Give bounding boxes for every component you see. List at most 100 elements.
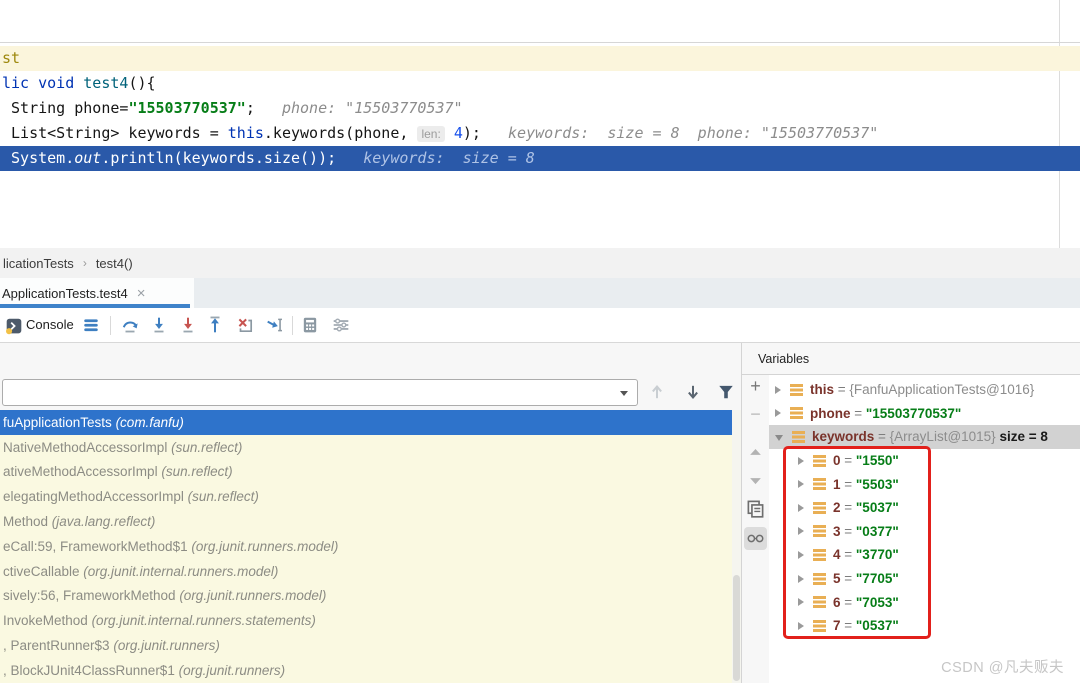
code-line[interactable]: String phone="15503770537"; phone: "1550… [0, 96, 1080, 121]
show-watches-icon[interactable] [744, 527, 767, 550]
code-segment-plain: .keywords(phone, [264, 124, 418, 142]
chevron-right-icon[interactable] [798, 622, 804, 630]
variable-row[interactable]: 3 = "0377" [769, 520, 1080, 544]
chevron-right-icon[interactable] [798, 551, 804, 559]
variable-icon [813, 620, 826, 632]
chevron-right-icon[interactable] [798, 575, 804, 583]
run-to-cursor-icon[interactable] [266, 316, 284, 334]
frames-panel: in group "main": RUNNING fuApplicationTe… [0, 343, 741, 683]
code-segment-annotation: st [2, 49, 20, 67]
chevron-right-icon[interactable] [775, 409, 781, 417]
close-icon[interactable]: × [137, 286, 146, 301]
code-line[interactable]: System.out.println(keywords.size()); key… [0, 146, 1080, 171]
variable-icon [813, 596, 826, 608]
variable-row[interactable]: 0 = "1550" [769, 449, 1080, 473]
layout-settings-icon[interactable] [332, 316, 350, 334]
variable-row[interactable]: this = {FanfuApplicationTests@1016} [769, 378, 1080, 402]
variable-icon [813, 478, 826, 490]
editor-top-area [0, 0, 1080, 43]
variable-row[interactable]: 7 = "0537" [769, 614, 1080, 638]
ide-window: st lic void test4(){ String phone="155037… [0, 0, 1080, 683]
chevron-right-icon[interactable] [798, 480, 804, 488]
console-tab-label[interactable]: Console [26, 308, 74, 342]
code-segment-plain: String phone= [2, 99, 128, 117]
variable-name: 3 [833, 524, 841, 539]
frame-package: (sun.reflect) [161, 464, 232, 479]
frame-row[interactable]: eCall:59, FrameworkMethod$1 (org.junit.r… [0, 534, 741, 559]
variable-row[interactable]: 1 = "5503" [769, 472, 1080, 496]
variable-row[interactable]: keywords = {ArrayList@1015} size = 8 [769, 425, 1080, 449]
variable-row[interactable]: 2 = "5037" [769, 496, 1080, 520]
variables-header: Variables [742, 343, 1080, 375]
step-over-icon[interactable] [121, 316, 139, 334]
chevron-right-icon[interactable] [798, 527, 804, 535]
variable-value: "7705" [856, 571, 899, 586]
frames-scrollbar[interactable] [732, 410, 741, 683]
chevron-right-icon[interactable] [798, 504, 804, 512]
code-line[interactable]: lic void test4(){ [0, 71, 1080, 96]
evaluate-expression-icon[interactable] [301, 316, 319, 334]
equals-sign: = [841, 524, 856, 539]
frames-list[interactable]: fuApplicationTests (com.fanfu)NativeMeth… [0, 410, 741, 683]
frame-row[interactable]: , ParentRunner$3 (org.junit.runners) [0, 633, 741, 658]
navigate-down-icon[interactable] [684, 383, 702, 401]
chevron-right-icon[interactable] [798, 457, 804, 465]
frame-row[interactable]: ativeMethodAccessorImpl (sun.reflect) [0, 460, 741, 485]
variable-row[interactable]: phone = "15503770537" [769, 402, 1080, 426]
breadcrumb-item-method[interactable]: test4() [96, 256, 133, 271]
variable-name: this [810, 382, 834, 397]
variable-value: "0537" [856, 618, 899, 633]
variable-row[interactable]: 6 = "7053" [769, 590, 1080, 614]
variable-value: "5037" [856, 500, 899, 515]
code-editor[interactable]: st lic void test4(){ String phone="155037… [0, 44, 1080, 171]
thread-selector[interactable]: in group "main": RUNNING [2, 379, 638, 406]
frame-row[interactable]: InvokeMethod (org.junit.internal.runners… [0, 608, 741, 633]
remove-watch-icon[interactable]: − [746, 405, 765, 424]
frame-row[interactable]: ctiveCallable (org.junit.internal.runner… [0, 559, 741, 584]
step-into-icon[interactable] [150, 316, 168, 334]
step-out-icon[interactable] [206, 316, 224, 334]
variable-row[interactable]: 5 = "7705" [769, 567, 1080, 591]
frame-package: (org.junit.runners) [179, 663, 286, 678]
frame-row[interactable]: Method (java.lang.reflect) [0, 509, 741, 534]
navigate-down-icon[interactable] [746, 471, 765, 490]
frame-location: Method [3, 514, 52, 529]
frame-location: NativeMethodAccessorImpl [3, 440, 171, 455]
frame-row[interactable]: elegatingMethodAccessorImpl (sun.reflect… [0, 484, 741, 509]
code-line[interactable]: List<String> keywords = this.keywords(ph… [0, 121, 1080, 146]
code-segment-exec: System. [2, 149, 74, 167]
breadcrumb-item-class[interactable]: licationTests [3, 256, 74, 271]
navigate-up-icon[interactable] [648, 383, 666, 401]
force-step-into-icon[interactable] [179, 316, 197, 334]
add-watch-icon[interactable]: + [746, 377, 765, 396]
variable-name: 4 [833, 547, 841, 562]
chevron-down-icon[interactable] [775, 435, 783, 441]
chevron-right-icon[interactable] [798, 598, 804, 606]
variables-toolbar: + − [742, 375, 769, 683]
code-line[interactable]: st [0, 46, 1080, 71]
frame-location: InvokeMethod [3, 613, 92, 628]
copy-stack-icon[interactable] [746, 499, 765, 518]
frame-row[interactable]: , BlockJUnit4ClassRunner$1 (org.junit.ru… [0, 658, 741, 683]
variable-size: size = 8 [996, 429, 1048, 444]
frame-row[interactable]: NativeMethodAccessorImpl (sun.reflect) [0, 435, 741, 460]
variable-row[interactable]: 4 = "3770" [769, 543, 1080, 567]
chevron-right-icon[interactable] [775, 386, 781, 394]
frame-row[interactable]: sively:56, FrameworkMethod (org.junit.ru… [0, 584, 741, 609]
scrollbar-thumb[interactable] [733, 575, 740, 681]
equals-sign: = [841, 500, 856, 515]
breadcrumb: licationTests › test4() [0, 248, 1080, 278]
drop-frame-icon[interactable] [236, 316, 254, 334]
frame-row[interactable]: fuApplicationTests (com.fanfu) [0, 410, 741, 435]
code-segment-chip: len: [417, 126, 444, 142]
variables-tree[interactable]: this = {FanfuApplicationTests@1016}phone… [769, 375, 1080, 683]
equals-sign: = [874, 429, 889, 444]
filter-icon[interactable] [717, 383, 735, 401]
console-icon[interactable] [5, 317, 23, 335]
navigate-up-icon[interactable] [746, 443, 765, 462]
chevron-down-icon [620, 391, 628, 396]
frame-location: fuApplicationTests [3, 415, 116, 430]
show-execution-point-icon[interactable] [82, 316, 100, 334]
variable-name: keywords [812, 429, 874, 444]
code-segment-plain [445, 124, 454, 142]
